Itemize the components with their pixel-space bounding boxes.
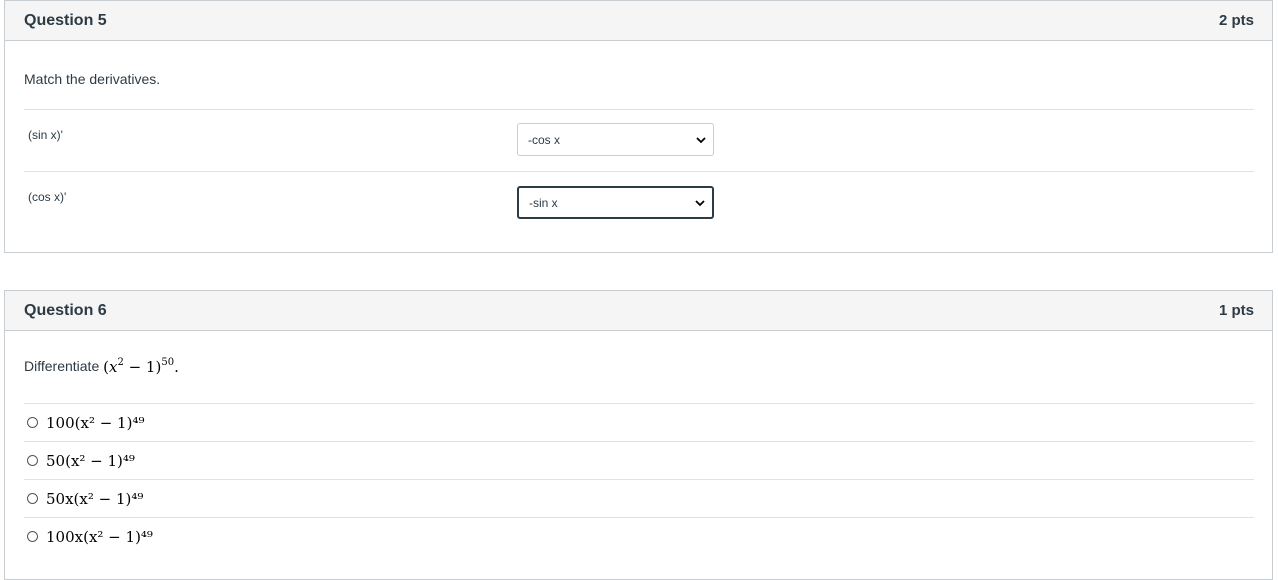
answer-label: 100x(x² − 1)⁴⁹ [46, 527, 153, 546]
question-header: Question 5 2 pts [5, 1, 1272, 41]
match-row: (sin x)' -cos x [24, 109, 1254, 171]
answer-label: 50(x² − 1)⁴⁹ [46, 451, 135, 470]
prompt-math: (x2 − 1)50. [103, 357, 179, 376]
answer-select[interactable]: -cos x [517, 123, 714, 156]
radio-button[interactable] [27, 493, 38, 504]
question-6: Question 6 1 pts Differentiate (x2 − 1)5… [4, 290, 1273, 580]
answer-option[interactable]: 50(x² − 1)⁴⁹ [24, 441, 1254, 479]
chevron-down-icon [696, 136, 706, 143]
select-value: -cos x [528, 132, 561, 147]
radio-button[interactable] [27, 455, 38, 466]
question-points: 2 pts [1218, 12, 1254, 29]
answer-label: 100(x² − 1)⁴⁹ [46, 413, 145, 432]
match-label: (cos x)' [28, 190, 67, 204]
radio-button[interactable] [27, 531, 38, 542]
answer-select[interactable]: -sin x [517, 186, 714, 219]
match-label: (sin x)' [28, 128, 63, 142]
question-title: Question 5 [24, 11, 107, 29]
question-header: Question 6 1 pts [5, 291, 1272, 331]
prompt-text: Differentiate [24, 358, 100, 374]
answer-option[interactable]: 50x(x² − 1)⁴⁹ [24, 479, 1254, 517]
answer-option[interactable]: 100x(x² − 1)⁴⁹ [24, 517, 1254, 555]
question-prompt: Differentiate (x2 − 1)50. [24, 357, 1254, 403]
chevron-down-icon [695, 199, 705, 206]
answer-label: 50x(x² − 1)⁴⁹ [46, 489, 144, 508]
match-row: (cos x)' -sin x [24, 171, 1254, 233]
question-points: 1 pts [1218, 302, 1254, 319]
question-prompt: Match the derivatives. [24, 71, 161, 87]
radio-button[interactable] [27, 417, 38, 428]
select-value: -sin x [529, 195, 558, 210]
question-5: Question 5 2 pts Match the derivatives. … [4, 0, 1273, 253]
question-title: Question 6 [24, 301, 107, 319]
answer-option[interactable]: 100(x² − 1)⁴⁹ [24, 403, 1254, 441]
